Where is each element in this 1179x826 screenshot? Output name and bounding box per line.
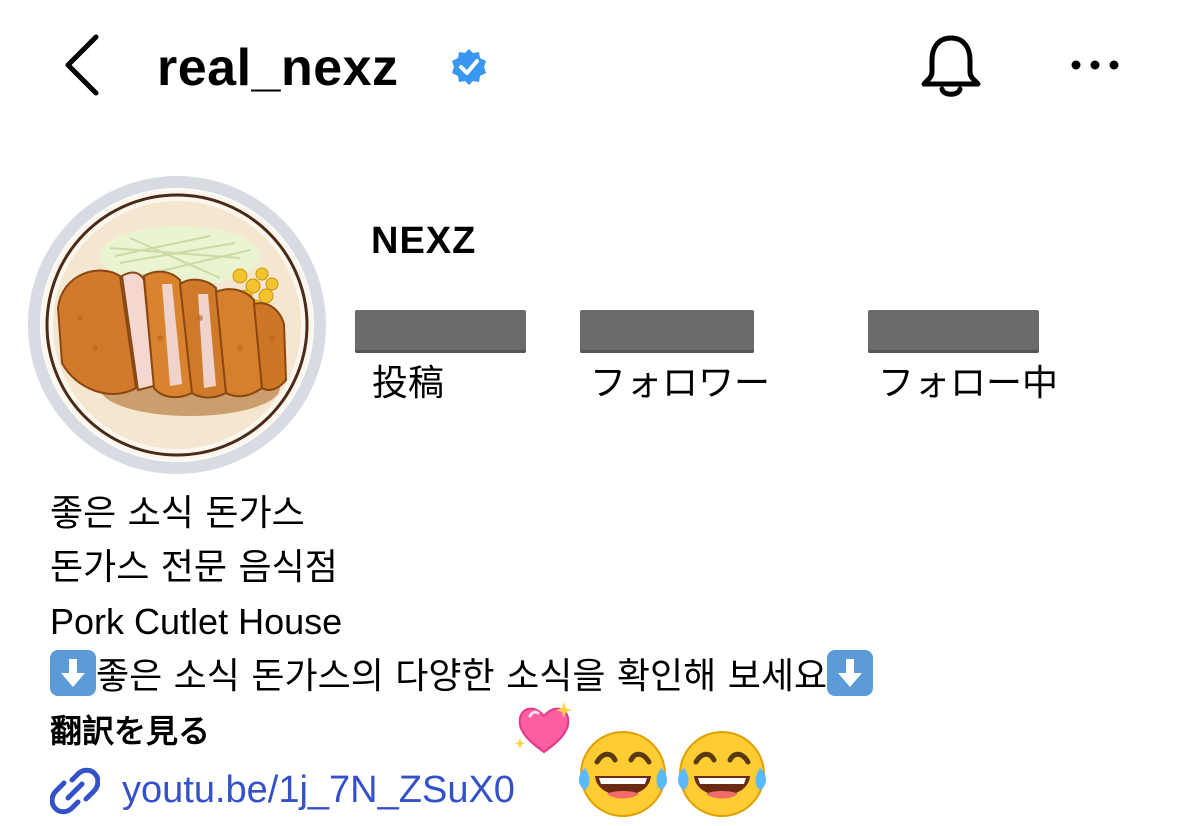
see-translation-link[interactable]: 翻訳を見る	[50, 706, 210, 756]
following-count-redacted	[868, 310, 1039, 353]
following-stat[interactable]: フォロー中	[878, 360, 1058, 408]
followers-count-redacted	[580, 310, 754, 353]
more-icon	[1071, 60, 1119, 70]
down-arrow-icon	[827, 650, 874, 696]
profile-username: real_nexz	[157, 39, 399, 97]
avatar[interactable]	[40, 188, 314, 462]
profile-link[interactable]: youtu.be/1j_7N_ZSuX0	[122, 762, 515, 818]
back-button[interactable]	[60, 33, 110, 97]
posts-count-redacted	[355, 310, 526, 353]
bio-line-1: 좋은 소식 돈가스	[50, 493, 305, 534]
sparkling-heart-emoji	[514, 700, 574, 758]
bio-line-4-text: 좋은 소식 돈가스의 다양한 소식을 확인해 보세요	[96, 656, 828, 697]
down-arrow-icon	[50, 650, 96, 696]
bio-line-4: 좋은 소식 돈가스의 다양한 소식을 확인해 보세요	[50, 650, 874, 703]
link-icon	[49, 766, 101, 816]
notifications-button[interactable]	[918, 32, 984, 102]
verified-badge-icon	[450, 48, 488, 86]
bio-line-3: Pork Cutlet House	[50, 601, 343, 642]
tears-of-joy-emoji	[676, 728, 768, 820]
bell-icon	[921, 35, 981, 97]
followers-stat[interactable]: フォロワー	[590, 360, 770, 408]
posts-stat[interactable]: 投稿	[372, 360, 444, 408]
tears-of-joy-emoji	[577, 728, 669, 820]
bio-line-2: 돈가스 전문 음식점	[50, 547, 338, 588]
display-name: NEXZ	[371, 220, 477, 262]
more-options-button[interactable]	[1068, 50, 1122, 80]
back-chevron-icon	[65, 34, 99, 96]
pork-cutlet-plate-image	[41, 189, 313, 461]
